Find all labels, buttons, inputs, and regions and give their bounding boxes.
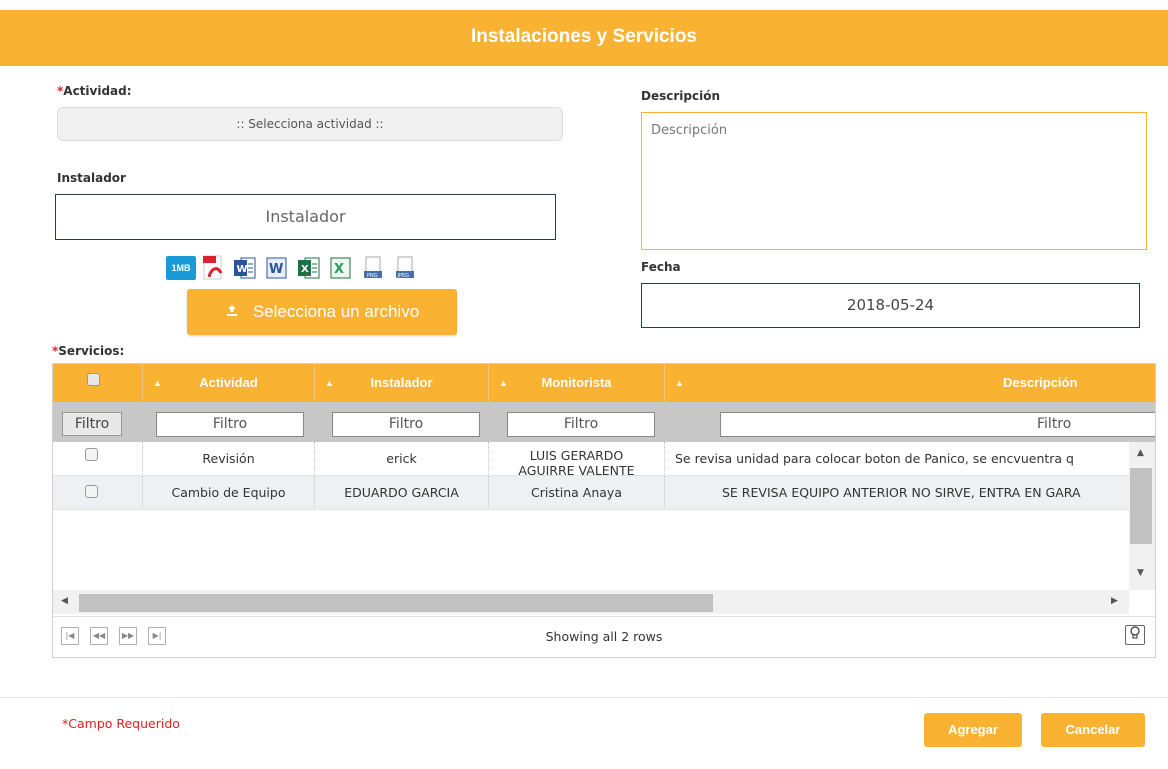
actividad-label: *Actividad: <box>57 84 132 98</box>
cell-descripcion: SE REVISA EQUIPO ANTERIOR NO SIRVE, ENTR… <box>722 485 1081 500</box>
cell-actividad: Cambio de Equipo <box>143 476 315 509</box>
actividad-select[interactable]: :: Selecciona actividad :: <box>57 107 563 141</box>
cell-monitorista: Cristina Anaya <box>489 476 665 509</box>
fecha-value: 2018-05-24 <box>846 296 935 314</box>
row-select-cell <box>53 476 143 509</box>
filter-instalador-input[interactable]: Filtro <box>332 412 480 437</box>
grid-header-select-all <box>53 364 143 402</box>
sort-arrow-icon: ▲ <box>499 378 508 388</box>
png-file-icon: PNG <box>358 254 388 282</box>
row-checkbox[interactable] <box>85 448 98 461</box>
cell-actividad: Revisión <box>143 442 315 475</box>
add-button[interactable]: Agregar <box>924 713 1022 747</box>
cancel-button[interactable]: Cancelar <box>1041 713 1145 747</box>
row-select-cell <box>53 442 143 475</box>
servicios-grid: ▲ Actividad ▲ Instalador ▲ Monitorista ▲… <box>52 363 1156 658</box>
scroll-down-icon[interactable]: ▼ <box>1137 568 1144 578</box>
column-header-descripcion[interactable]: ▲ Descripción <box>665 364 1155 402</box>
footer-divider <box>0 697 1168 698</box>
dialog-title: Instalaciones y Servicios <box>470 26 697 47</box>
descripcion-textarea[interactable]: Descripción <box>641 112 1147 250</box>
pdf-file-icon <box>198 254 228 282</box>
jpeg-file-icon: JPEG <box>390 254 420 282</box>
svg-text:W: W <box>237 264 248 275</box>
column-header-actividad[interactable]: ▲ Actividad <box>143 364 315 402</box>
cell-descripcion: Se revisa unidad para colocar boton de P… <box>675 451 1074 466</box>
filter-monitorista-input[interactable]: Filtro <box>507 412 655 437</box>
instalador-placeholder: Instalador <box>265 207 346 226</box>
fecha-label: Fecha <box>641 260 681 274</box>
xlsx-file-icon: X <box>326 254 356 282</box>
svg-text:X: X <box>301 264 309 275</box>
grid-pager: |◀ ◀◀ ▶▶ ▶| Showing all 2 rows <box>53 616 1155 657</box>
column-header-actividad-label: Actividad <box>199 375 258 390</box>
cell-instalador: EDUARDO GARCIA <box>315 476 489 509</box>
cell-monitorista-line1: LUIS GERARDO <box>529 448 624 463</box>
actividad-label-text: Actividad: <box>63 84 132 98</box>
scroll-right-icon[interactable]: ▶ <box>1111 596 1118 606</box>
sort-arrow-icon: ▲ <box>675 378 684 388</box>
instalador-input[interactable]: Instalador <box>55 194 556 240</box>
filter-descripcion-input[interactable]: Filtro <box>720 412 1155 437</box>
sort-arrow-icon: ▲ <box>325 378 334 388</box>
svg-text:X: X <box>334 262 344 277</box>
max-size-1mb-icon: 1MB <box>166 254 196 282</box>
descripcion-placeholder: Descripción <box>651 123 728 138</box>
fecha-input[interactable]: 2018-05-24 <box>641 283 1140 328</box>
cell-monitorista: LUIS GERARDO AGUIRRE VALENTE <box>489 442 665 476</box>
lightbulb-icon[interactable] <box>1125 625 1145 645</box>
cell-monitorista-line2: AGUIRRE VALENTE <box>518 463 635 476</box>
scroll-up-icon[interactable]: ▲ <box>1137 448 1144 458</box>
column-header-instalador[interactable]: ▲ Instalador <box>315 364 489 402</box>
column-header-monitorista[interactable]: ▲ Monitorista <box>489 364 665 402</box>
upload-icon <box>225 302 239 322</box>
table-row[interactable]: Revisión erick LUIS GERARDO AGUIRRE VALE… <box>53 442 1129 476</box>
allowed-file-types: 1MB W W X X PNG JPEG <box>166 254 422 284</box>
doc-file-icon: W <box>230 254 260 282</box>
instalador-label: Instalador <box>57 171 126 185</box>
column-header-instalador-label: Instalador <box>370 375 433 390</box>
grid-vertical-scrollbar[interactable]: ▲ ▼ <box>1129 442 1155 590</box>
row-checkbox[interactable] <box>85 485 98 498</box>
actividad-select-value: :: Selecciona actividad :: <box>236 117 384 131</box>
dialog-header: Instalaciones y Servicios <box>0 10 1168 66</box>
cell-instalador: erick <box>315 442 489 475</box>
servicios-label-text: Servicios: <box>58 344 125 358</box>
xls-file-icon: X <box>294 254 324 282</box>
filter-actividad-input[interactable]: Filtro <box>156 412 304 437</box>
select-all-checkbox[interactable] <box>87 373 100 386</box>
grid-horizontal-scrollbar[interactable]: ◀ ▶ <box>53 590 1129 614</box>
table-row[interactable]: Cambio de Equipo EDUARDO GARCIA Cristina… <box>53 476 1129 510</box>
grid-header-row: ▲ Actividad ▲ Instalador ▲ Monitorista ▲… <box>53 364 1155 402</box>
svg-text:PNG: PNG <box>367 273 378 279</box>
pager-status: Showing all 2 rows <box>545 629 663 644</box>
descripcion-label: Descripción <box>641 89 720 103</box>
grid-filter-row: Filtro Filtro Filtro Filtro Filtro <box>53 402 1155 442</box>
servicios-label: *Servicios: <box>52 344 124 358</box>
horizontal-scroll-thumb[interactable] <box>79 594 713 612</box>
svg-text:JPEG: JPEG <box>397 273 410 279</box>
select-file-label: Selecciona un archivo <box>252 302 420 321</box>
required-field-note: *Campo Requerido <box>62 716 180 731</box>
svg-text:W: W <box>269 262 283 277</box>
docx-file-icon: W <box>262 254 292 282</box>
vertical-scroll-thumb[interactable] <box>1130 468 1152 544</box>
filter-button[interactable]: Filtro <box>62 412 122 436</box>
column-header-monitorista-label: Monitorista <box>541 375 612 390</box>
select-file-button[interactable]: Selecciona un archivo <box>187 289 457 335</box>
scroll-left-icon[interactable]: ◀ <box>61 596 68 606</box>
sort-arrow-icon: ▲ <box>153 378 162 388</box>
column-header-descripcion-label: Descripción <box>1003 375 1078 390</box>
